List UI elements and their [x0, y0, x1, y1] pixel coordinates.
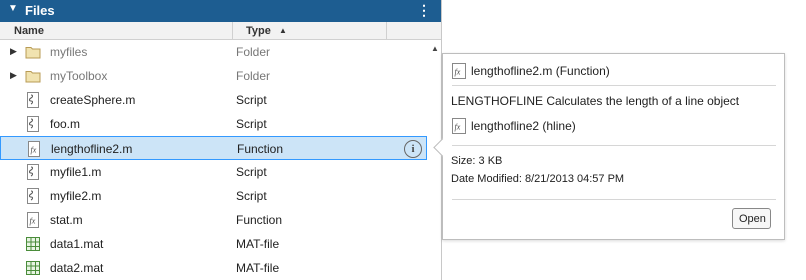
function-icon: fx: [452, 118, 466, 137]
function-signature[interactable]: lengthofline2 (hline): [471, 119, 576, 133]
script-icon: [25, 188, 41, 204]
file-name: lengthofline2.m: [51, 142, 133, 156]
file-type: Folder: [236, 69, 271, 83]
file-row[interactable]: ▶ myToolbox Folder: [0, 64, 427, 88]
function-icon: fx: [25, 212, 41, 228]
file-name: myToolbox: [50, 69, 108, 83]
file-type: Function: [237, 142, 284, 156]
panel-title: Files: [25, 3, 55, 18]
file-row[interactable]: fx stat.m Function: [0, 208, 427, 232]
column-name-header[interactable]: Name: [14, 25, 44, 37]
files-panel: ▼ Files ⋮ Name Type ▲ ▶ myfiles Folder ▶ myT…: [0, 0, 442, 280]
file-row[interactable]: fx lengthofline2.m Function i: [0, 136, 427, 160]
expand-arrow-icon[interactable]: ▶: [10, 46, 17, 57]
mat-file-icon: [25, 260, 41, 276]
file-row[interactable]: myfile1.m Script: [0, 160, 427, 184]
file-type: MAT-file: [236, 261, 280, 275]
function-icon: fx: [452, 63, 466, 82]
popup-description: LENGTHOFLINE Calculates the length of a …: [451, 94, 740, 108]
column-divider[interactable]: [232, 22, 233, 40]
folder-icon: [25, 68, 41, 84]
function-icon: fx: [26, 141, 42, 157]
file-name: stat.m: [50, 213, 83, 227]
file-type: MAT-file: [236, 237, 280, 251]
modified-row: Date Modified: 8/21/2013 04:57 PM: [451, 173, 624, 185]
column-type-header[interactable]: Type: [246, 25, 271, 37]
file-type: Script: [236, 189, 267, 203]
file-row[interactable]: data2.mat MAT-file: [0, 256, 427, 280]
svg-text:fx: fx: [455, 123, 461, 132]
column-header: Name Type ▲: [0, 22, 441, 40]
file-type: Script: [236, 93, 267, 107]
file-name: foo.m: [50, 117, 81, 131]
popup-title: lengthofline2.m (Function): [471, 64, 610, 78]
file-row[interactable]: createSphere.m Script: [0, 88, 427, 112]
mat-file-icon: [25, 236, 41, 252]
script-icon: [25, 116, 41, 132]
size-label: Size:: [451, 155, 476, 167]
divider: [452, 145, 776, 146]
file-type: Script: [236, 117, 267, 131]
svg-text:fx: fx: [30, 217, 36, 226]
size-row: Size: 3 KB: [451, 155, 502, 167]
column-divider[interactable]: [386, 22, 387, 40]
file-name: myfile2.m: [50, 189, 102, 203]
file-type: Function: [236, 213, 283, 227]
file-type: Script: [236, 165, 267, 179]
scroll-up-arrow-icon[interactable]: ▲: [431, 44, 439, 53]
sort-ascending-icon[interactable]: ▲: [279, 26, 287, 35]
file-name: createSphere.m: [50, 93, 136, 107]
svg-text:fx: fx: [455, 68, 461, 77]
expand-arrow-icon[interactable]: ▶: [10, 70, 17, 81]
file-row[interactable]: myfile2.m Script: [0, 184, 427, 208]
collapse-arrow-icon[interactable]: ▼: [8, 3, 18, 14]
info-icon[interactable]: i: [404, 140, 422, 158]
file-name: myfiles: [50, 45, 88, 59]
function-info-popup: fx lengthofline2.m (Function) LENGTHOFLI…: [433, 53, 785, 240]
file-row[interactable]: ▶ myfiles Folder: [0, 40, 427, 64]
folder-icon: [25, 44, 41, 60]
open-button[interactable]: Open: [732, 208, 771, 229]
file-type: Folder: [236, 45, 271, 59]
modified-value: 8/21/2013 04:57 PM: [525, 173, 625, 185]
panel-titlebar: ▼ Files ⋮: [0, 0, 441, 22]
svg-text:fx: fx: [31, 146, 37, 155]
script-icon: [25, 92, 41, 108]
file-row[interactable]: foo.m Script: [0, 112, 427, 136]
modified-label: Date Modified:: [451, 173, 522, 185]
divider: [452, 85, 776, 86]
panel-menu-icon[interactable]: ⋮: [417, 2, 431, 19]
divider: [452, 199, 776, 200]
script-icon: [25, 164, 41, 180]
file-name: myfile1.m: [50, 165, 102, 179]
file-row[interactable]: data1.mat MAT-file: [0, 232, 427, 256]
size-value: 3 KB: [478, 155, 503, 167]
file-name: data1.mat: [50, 237, 104, 251]
file-name: data2.mat: [50, 261, 104, 275]
